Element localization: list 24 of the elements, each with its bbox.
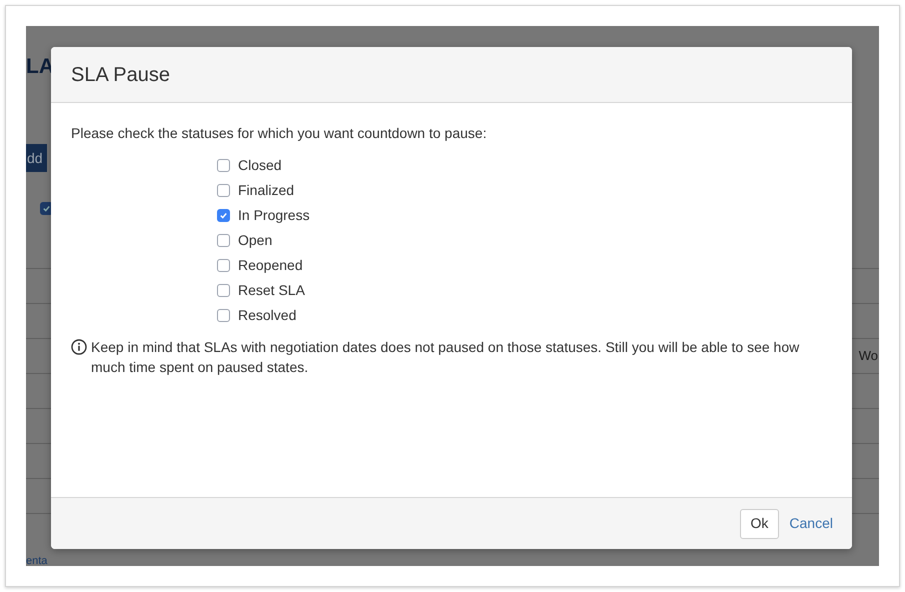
checkbox[interactable]	[217, 259, 230, 272]
checkbox[interactable]	[217, 284, 230, 297]
status-label[interactable]: Open	[238, 230, 272, 251]
status-label[interactable]: Reset SLA	[238, 280, 305, 301]
checkbox[interactable]	[217, 159, 230, 172]
row-text: Wo	[858, 347, 879, 366]
status-label[interactable]: In Progress	[238, 205, 310, 226]
status-label[interactable]: Resolved	[238, 305, 296, 326]
cancel-link[interactable]: Cancel	[789, 513, 833, 534]
status-label[interactable]: Reopened	[238, 255, 303, 276]
checkbox[interactable]	[217, 209, 230, 222]
prompt-text: Please check the statuses for which you want countdown to pause:	[71, 124, 488, 143]
note-text: Keep in mind that SLAs with negotiation dates does not paused on those statuses. Still you will be able to see how much time spent on paused states.	[91, 338, 800, 377]
status-label[interactable]: Closed	[238, 155, 282, 176]
dialog-title: SLA Pause	[71, 62, 170, 88]
check-icon	[219, 211, 228, 220]
checkbox[interactable]	[217, 184, 230, 197]
checkbox[interactable]	[217, 234, 230, 247]
info-icon	[71, 339, 87, 355]
add-button[interactable]: dd	[26, 144, 47, 172]
ok-button[interactable]: Ok	[740, 508, 780, 538]
status-label[interactable]: Finalized	[238, 180, 294, 201]
checkbox[interactable]	[217, 309, 230, 322]
check-icon	[42, 204, 51, 213]
